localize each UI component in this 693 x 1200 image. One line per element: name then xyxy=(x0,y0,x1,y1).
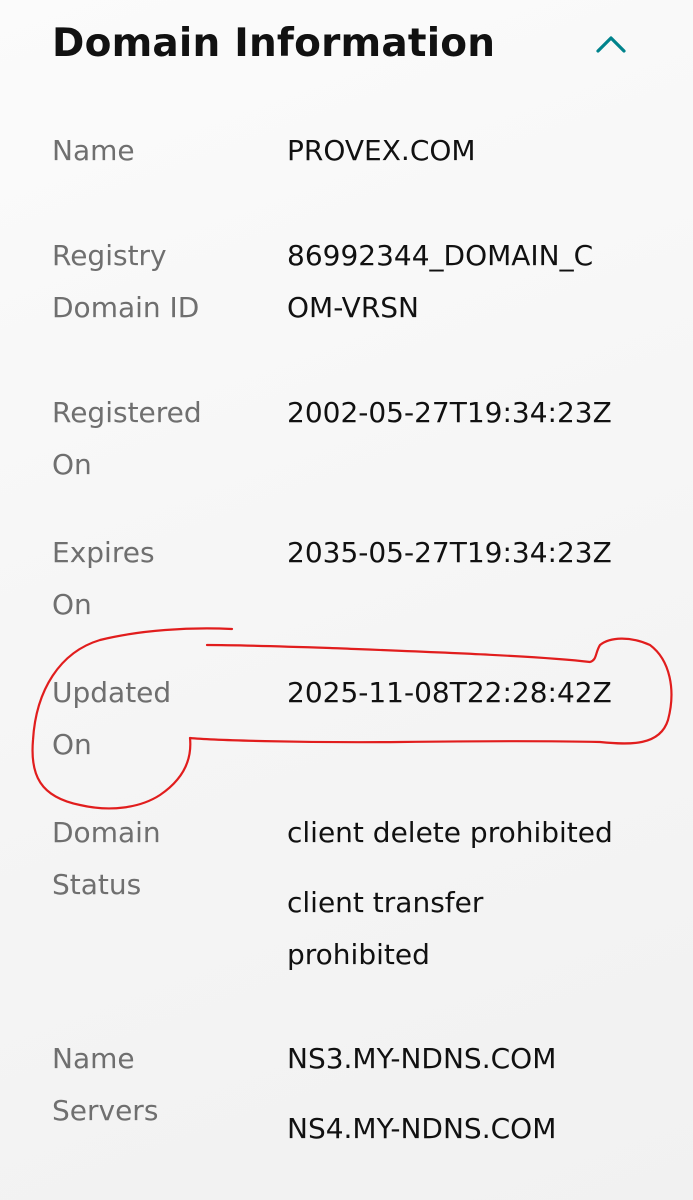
row-label: Registry Domain ID xyxy=(52,230,252,334)
value-line: 86992344_DOMAIN_C xyxy=(287,239,594,272)
value-line: client delete prohibited xyxy=(287,816,613,849)
row-label: Name xyxy=(52,125,252,177)
label-line: Domain xyxy=(52,816,161,849)
chevron-up-icon xyxy=(596,36,626,53)
row-label: Expires On xyxy=(52,527,252,631)
value-line: 2002-05-27T19:34:23Z xyxy=(287,396,612,429)
section-header[interactable]: Domain Information xyxy=(52,14,652,76)
collapse-button[interactable] xyxy=(588,22,634,68)
row-value: PROVEX.COM xyxy=(287,125,677,177)
label-line: Name xyxy=(52,134,135,167)
value-line: 2035-05-27T19:34:23Z xyxy=(287,536,612,569)
value-line: client transfer xyxy=(287,886,484,919)
label-line: Registry xyxy=(52,239,167,272)
label-line: Name xyxy=(52,1042,135,1075)
row-label: Updated On xyxy=(52,667,252,771)
value-line: NS3.MY-NDNS.COM xyxy=(287,1042,557,1075)
value-line: OM-VRSN xyxy=(287,291,419,324)
label-line: Servers xyxy=(52,1094,159,1127)
label-line: Registered xyxy=(52,396,202,429)
label-line: Expires xyxy=(52,536,155,569)
row-label: Domain Status xyxy=(52,807,252,911)
label-line: Domain ID xyxy=(52,291,200,324)
domain-info-panel: Domain Information Name PROVEX.COM Regis… xyxy=(0,0,693,1200)
value-line: PROVEX.COM xyxy=(287,134,476,167)
row-value: NS3.MY-NDNS.COM NS4.MY-NDNS.COM xyxy=(287,1033,677,1155)
label-line: On xyxy=(52,448,92,481)
value-line: NS4.MY-NDNS.COM xyxy=(287,1112,557,1145)
row-value: 2002-05-27T19:34:23Z xyxy=(287,387,677,439)
row-value: 86992344_DOMAIN_C OM-VRSN xyxy=(287,230,677,334)
row-value: 2035-05-27T19:34:23Z xyxy=(287,527,677,579)
row-label: Registered On xyxy=(52,387,252,491)
value-line: prohibited xyxy=(287,938,430,971)
section-title: Domain Information xyxy=(52,21,496,66)
label-line: Updated xyxy=(52,676,172,709)
row-value: client delete prohibited client transfer… xyxy=(287,807,677,981)
label-line: Status xyxy=(52,868,142,901)
row-value: 2025-11-08T22:28:42Z xyxy=(287,667,677,719)
row-label: Name Servers xyxy=(52,1033,252,1137)
value-line: 2025-11-08T22:28:42Z xyxy=(287,676,612,709)
label-line: On xyxy=(52,728,92,761)
label-line: On xyxy=(52,588,92,621)
